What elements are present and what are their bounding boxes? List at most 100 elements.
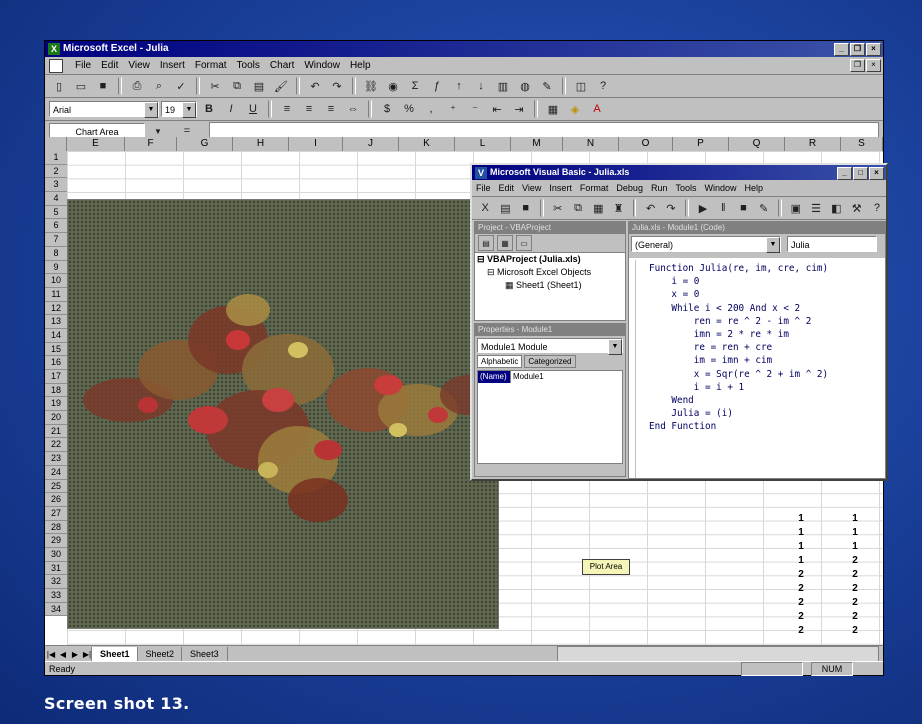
menu-format[interactable]: Format [195,60,227,71]
undo-icon[interactable]: ↶ [641,198,659,218]
row-header[interactable]: 23 [45,452,67,466]
menu-run[interactable]: Run [651,183,668,193]
toggle-folders-icon[interactable]: ▭ [516,235,532,251]
tree-item-excel-objects[interactable]: ⊟ Microsoft Excel Objects [475,266,625,279]
properties-window-icon[interactable]: ☰ [807,198,825,218]
close-icon[interactable]: × [866,43,881,56]
web-toolbar-icon[interactable]: ◉ [383,76,403,96]
restore-icon[interactable]: ❐ [850,43,865,56]
redo-icon[interactable]: ↷ [662,198,680,218]
row-header[interactable]: 4 [45,192,67,206]
column-header[interactable]: E [67,137,125,151]
menu-help[interactable]: Help [350,60,371,71]
reset-icon[interactable]: ■ [734,198,752,218]
first-sheet-icon[interactable]: |◀ [45,650,57,659]
menu-format[interactable]: Format [580,183,609,193]
cell-value[interactable]: 2 [791,569,811,580]
cell-value[interactable]: 1 [845,541,865,552]
save-icon[interactable]: ■ [93,76,113,96]
row-header[interactable]: 34 [45,603,67,617]
row-header[interactable]: 15 [45,343,67,357]
row-header[interactable]: 1 [45,151,67,165]
hyperlink-icon[interactable]: ⛓ [361,76,381,96]
cell-value[interactable]: 2 [791,611,811,622]
break-icon[interactable]: ‖ [714,198,732,218]
property-row[interactable]: (Name) Module1 [478,371,622,383]
object-browser-icon[interactable]: ◧ [827,198,845,218]
column-header[interactable]: L [455,137,511,151]
copy-icon[interactable]: ⧉ [227,76,247,96]
menu-view[interactable]: View [522,183,541,193]
sheet-tab-sheet1[interactable]: Sheet1 [91,646,139,662]
minimize-icon[interactable]: _ [834,43,849,56]
row-header[interactable]: 18 [45,384,67,398]
row-header[interactable]: 6 [45,219,67,234]
menu-help[interactable]: Help [745,183,764,193]
menu-edit[interactable]: Edit [101,60,118,71]
julia-fractal-chart[interactable] [67,199,499,629]
column-header[interactable]: K [399,137,455,151]
chevron-down-icon[interactable]: ▼ [766,237,780,253]
project-explorer-icon[interactable]: ▣ [787,198,805,218]
cell-value[interactable]: 2 [845,555,865,566]
column-header[interactable]: R [785,137,841,151]
cell-value[interactable]: 2 [845,597,865,608]
run-icon[interactable]: ▶ [694,198,712,218]
row-header[interactable]: 31 [45,562,67,576]
open-icon[interactable]: ▭ [71,76,91,96]
cell-value[interactable]: 1 [791,555,811,566]
decrease-decimal-icon[interactable]: ⁻ [465,99,485,119]
new-icon[interactable]: ▯ [49,76,69,96]
row-header[interactable]: 16 [45,356,67,370]
increase-indent-icon[interactable]: ⇥ [509,99,529,119]
paste-icon[interactable]: ▦ [589,198,607,218]
print-preview-icon[interactable]: ⌕ [149,76,169,96]
row-header[interactable]: 28 [45,521,67,535]
decrease-indent-icon[interactable]: ⇤ [487,99,507,119]
align-center-icon[interactable]: ≡ [299,99,319,119]
tab-categorized[interactable]: Categorized [524,355,576,368]
italic-icon[interactable]: I [221,99,241,119]
code-editor[interactable]: Function Julia(re, im, cre, cim) i = 0 x… [629,258,885,434]
row-header[interactable]: 30 [45,548,67,562]
function-icon[interactable]: ƒ [427,76,447,96]
percent-icon[interactable]: % [399,99,419,119]
chevron-down-icon[interactable]: ▼ [144,102,158,118]
cell-value[interactable]: 2 [845,583,865,594]
find-icon[interactable]: ♜ [609,198,627,218]
row-header[interactable]: 13 [45,315,67,329]
row-header[interactable]: 17 [45,370,67,384]
row-header[interactable]: 3 [45,178,67,193]
menu-debug[interactable]: Debug [616,183,643,193]
menu-tools[interactable]: Tools [675,183,696,193]
row-header[interactable]: 11 [45,288,67,302]
font-color-icon[interactable]: A [587,99,607,119]
menu-file[interactable]: File [75,60,91,71]
font-size-select[interactable]: 19 ▼ [161,101,197,118]
fill-color-icon[interactable]: ◈ [565,99,585,119]
doc-close-icon[interactable]: × [866,59,881,72]
print-icon[interactable]: ⎙ [127,76,147,96]
increase-decimal-icon[interactable]: ⁺ [443,99,463,119]
row-header[interactable]: 9 [45,261,67,275]
sort-ascending-icon[interactable]: ↑ [449,76,469,96]
property-value[interactable]: Module1 [510,371,544,383]
row-header[interactable]: 27 [45,507,67,521]
excel-titlebar[interactable]: X Microsoft Excel - Julia _ ❐ × [45,41,883,57]
row-header[interactable]: 21 [45,425,67,439]
insert-module-icon[interactable]: ▤ [496,198,514,218]
menu-insert[interactable]: Insert [549,183,572,193]
column-header[interactable]: H [233,137,289,151]
cell-value[interactable]: 1 [845,513,865,524]
sheet-tab-sheet2[interactable]: Sheet2 [136,646,184,662]
row-header[interactable]: 33 [45,589,67,603]
doc-restore-icon[interactable]: ❐ [850,59,865,72]
format-painter-icon[interactable]: 🖌 [271,76,291,96]
row-header[interactable]: 20 [45,411,67,425]
merge-center-icon[interactable]: ⇔ [343,99,363,119]
row-header[interactable]: 8 [45,247,67,261]
column-header[interactable]: J [343,137,399,151]
row-header[interactable]: 10 [45,274,67,288]
align-right-icon[interactable]: ≡ [321,99,341,119]
drawing-icon[interactable]: ✎ [537,76,557,96]
